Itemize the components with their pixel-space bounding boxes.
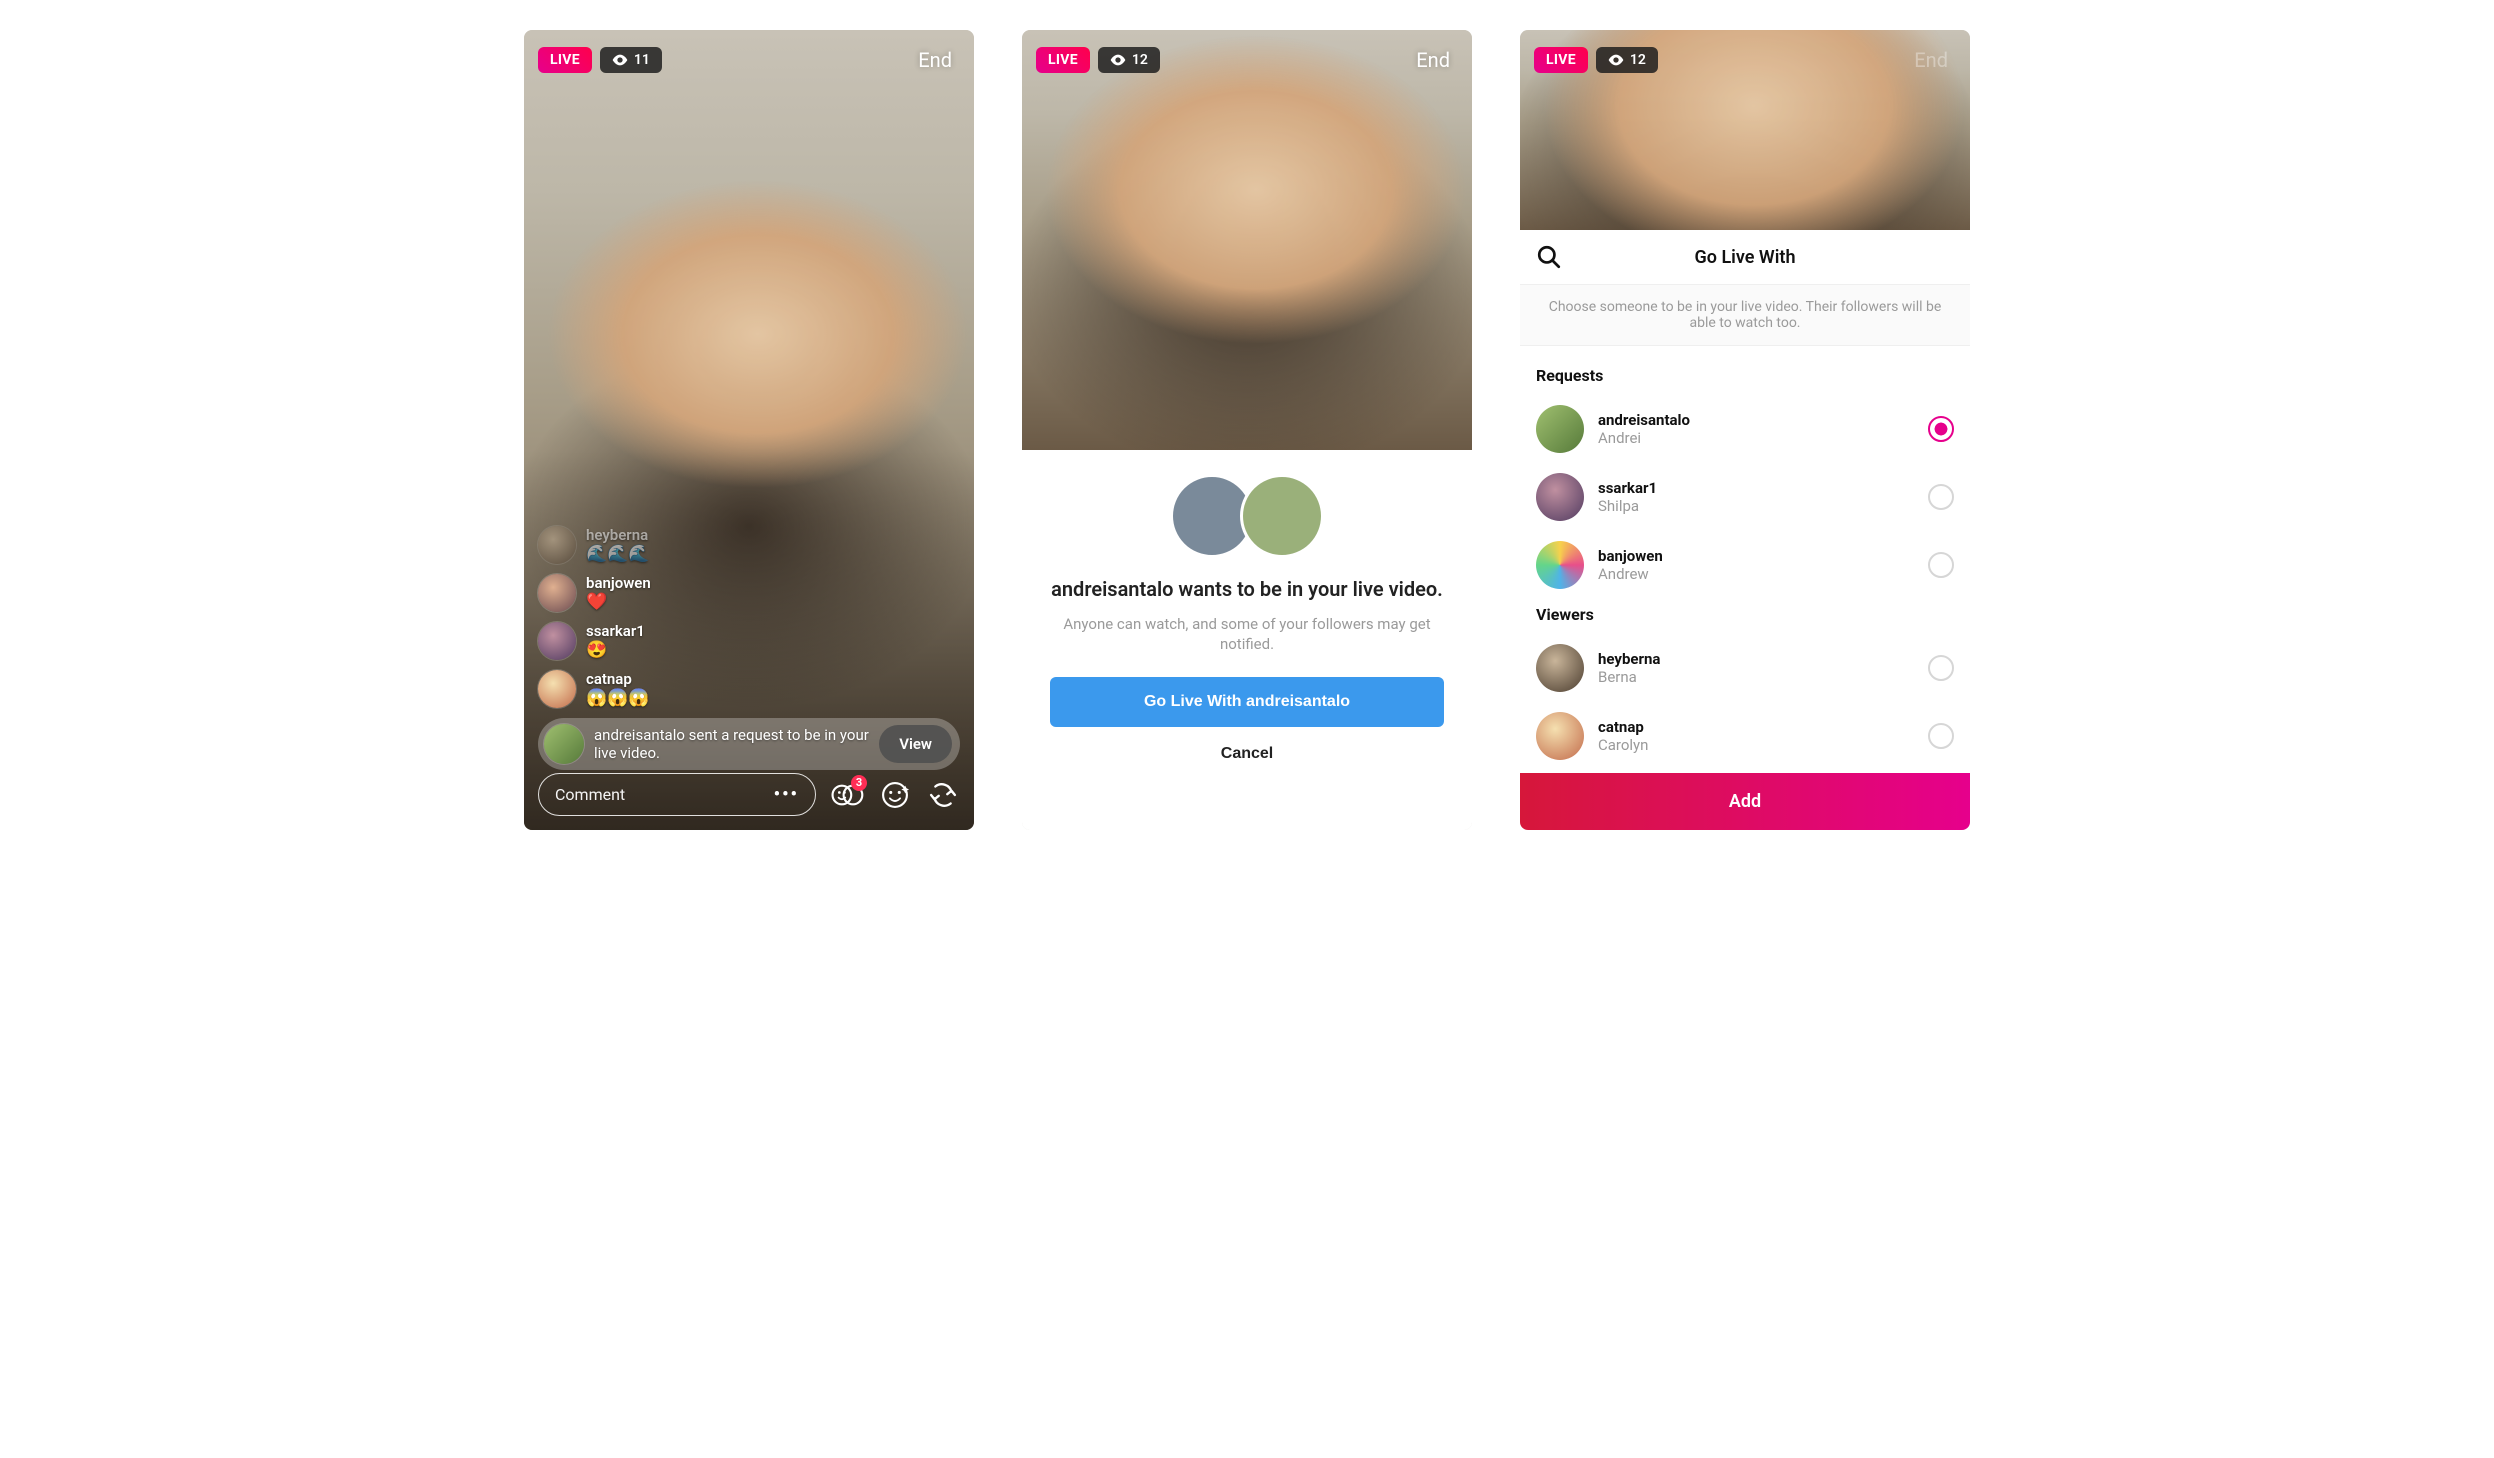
phone-screen-live-comments: LIVE 11 End heyberna 🌊🌊🌊 banjowen ❤️ ssa… bbox=[524, 30, 974, 830]
phone-screen-request-prompt: LIVE 12 End andreisantalo wants to be in… bbox=[1022, 30, 1472, 830]
section-header-requests: Requests bbox=[1536, 366, 1954, 385]
request-sheet: andreisantalo wants to be in your live v… bbox=[1022, 450, 1472, 830]
live-topbar: LIVE 12 End bbox=[1022, 30, 1472, 76]
user-row[interactable]: andreisantalo Andrei bbox=[1536, 395, 1954, 463]
username: banjowen bbox=[1598, 547, 1914, 565]
eye-icon bbox=[1110, 54, 1126, 66]
comment-username[interactable]: heyberna bbox=[586, 526, 650, 544]
comment-body: ❤️ bbox=[586, 592, 651, 612]
comment-body: 😍 bbox=[586, 640, 645, 660]
avatar bbox=[544, 724, 584, 764]
username: ssarkar1 bbox=[1598, 479, 1914, 497]
comment-row: banjowen ❤️ bbox=[538, 574, 960, 612]
user-row[interactable]: banjowen Andrew bbox=[1536, 531, 1954, 599]
fullname: Andrei bbox=[1598, 429, 1914, 447]
fullname: Shilpa bbox=[1598, 497, 1914, 515]
end-live-button[interactable]: End bbox=[1408, 44, 1458, 76]
go-live-with-sheet: Go Live With Choose someone to be in you… bbox=[1520, 230, 1970, 830]
comment-username[interactable]: ssarkar1 bbox=[586, 622, 645, 640]
viewer-count: 11 bbox=[634, 52, 650, 68]
viewer-count: 12 bbox=[1630, 52, 1646, 68]
select-radio[interactable] bbox=[1928, 484, 1954, 510]
fullname: Carolyn bbox=[1598, 736, 1914, 754]
avatar[interactable] bbox=[538, 670, 576, 708]
guest-avatar bbox=[1240, 474, 1324, 558]
face-filter-icon[interactable] bbox=[878, 778, 912, 812]
avatar[interactable] bbox=[538, 574, 576, 612]
select-radio[interactable] bbox=[1928, 655, 1954, 681]
more-options-icon[interactable]: ••• bbox=[774, 784, 799, 805]
sheet-title: Go Live With bbox=[1536, 247, 1954, 268]
username: heyberna bbox=[1598, 650, 1914, 668]
username: andreisantalo bbox=[1598, 411, 1914, 429]
viewer-count-badge[interactable]: 12 bbox=[1596, 47, 1658, 73]
comments-feed: heyberna 🌊🌊🌊 banjowen ❤️ ssarkar1 😍 catn… bbox=[524, 526, 974, 770]
comment-row: catnap 😱😱😱 bbox=[538, 670, 960, 708]
live-badge: LIVE bbox=[1036, 47, 1090, 73]
live-bottombar: Comment ••• 3 bbox=[524, 763, 974, 830]
phone-screen-go-live-with-list: LIVE 12 End Go Live With Choose someone … bbox=[1520, 30, 1970, 830]
user-list[interactable]: Requests andreisantalo Andrei ssarkar1 S… bbox=[1520, 346, 1970, 773]
viewer-count-badge[interactable]: 12 bbox=[1098, 47, 1160, 73]
fullname: Berna bbox=[1598, 668, 1914, 686]
switch-camera-icon[interactable] bbox=[926, 778, 960, 812]
request-title: andreisantalo wants to be in your live v… bbox=[1051, 576, 1443, 602]
live-topbar: LIVE 12 End bbox=[1520, 30, 1970, 76]
avatar[interactable] bbox=[538, 526, 576, 564]
avatar bbox=[1536, 541, 1584, 589]
user-row[interactable]: catnap Carolyn bbox=[1536, 702, 1954, 770]
avatar bbox=[1536, 644, 1584, 692]
add-guest-icon[interactable]: 3 bbox=[830, 778, 864, 812]
viewer-count: 12 bbox=[1132, 52, 1148, 68]
avatar bbox=[1536, 473, 1584, 521]
avatar bbox=[1536, 712, 1584, 760]
cancel-button[interactable]: Cancel bbox=[1221, 745, 1273, 763]
end-live-button[interactable]: End bbox=[910, 44, 960, 76]
request-subtitle: Anyone can watch, and some of your follo… bbox=[1050, 614, 1444, 655]
eye-icon bbox=[1608, 54, 1624, 66]
end-live-button[interactable]: End bbox=[1906, 44, 1956, 76]
comment-body: 🌊🌊🌊 bbox=[586, 544, 650, 564]
viewer-count-badge[interactable]: 11 bbox=[600, 47, 662, 73]
comment-input[interactable]: Comment ••• bbox=[538, 773, 816, 816]
live-badge: LIVE bbox=[538, 47, 592, 73]
add-button[interactable]: Add bbox=[1520, 773, 1970, 830]
fullname: Andrew bbox=[1598, 565, 1914, 583]
live-video-background bbox=[1022, 30, 1472, 450]
comment-username[interactable]: banjowen bbox=[586, 574, 651, 592]
comment-username[interactable]: catnap bbox=[586, 670, 650, 688]
user-row[interactable]: heyberna Berna bbox=[1536, 634, 1954, 702]
comment-row: heyberna 🌊🌊🌊 bbox=[538, 526, 960, 564]
live-topbar: LIVE 11 End bbox=[524, 30, 974, 76]
join-request-text: andreisantalo sent a request to be in yo… bbox=[594, 726, 869, 762]
view-request-button[interactable]: View bbox=[879, 725, 952, 763]
username: catnap bbox=[1598, 718, 1914, 736]
sheet-header: Go Live With bbox=[1520, 230, 1970, 285]
live-badge: LIVE bbox=[1534, 47, 1588, 73]
avatar[interactable] bbox=[538, 622, 576, 660]
comment-body: 😱😱😱 bbox=[586, 688, 650, 708]
select-radio[interactable] bbox=[1928, 552, 1954, 578]
eye-icon bbox=[612, 54, 628, 66]
avatar-pair bbox=[1170, 474, 1324, 558]
section-header-viewers: Viewers bbox=[1536, 605, 1954, 624]
select-radio[interactable] bbox=[1928, 416, 1954, 442]
helper-text: Choose someone to be in your live video.… bbox=[1520, 285, 1970, 346]
select-radio[interactable] bbox=[1928, 723, 1954, 749]
user-row[interactable]: ssarkar1 Shilpa bbox=[1536, 463, 1954, 531]
comment-placeholder: Comment bbox=[555, 785, 625, 804]
avatar bbox=[1536, 405, 1584, 453]
go-live-with-button[interactable]: Go Live With andreisantalo bbox=[1050, 677, 1444, 727]
requests-count-badge: 3 bbox=[851, 775, 867, 791]
comment-row: ssarkar1 😍 bbox=[538, 622, 960, 660]
